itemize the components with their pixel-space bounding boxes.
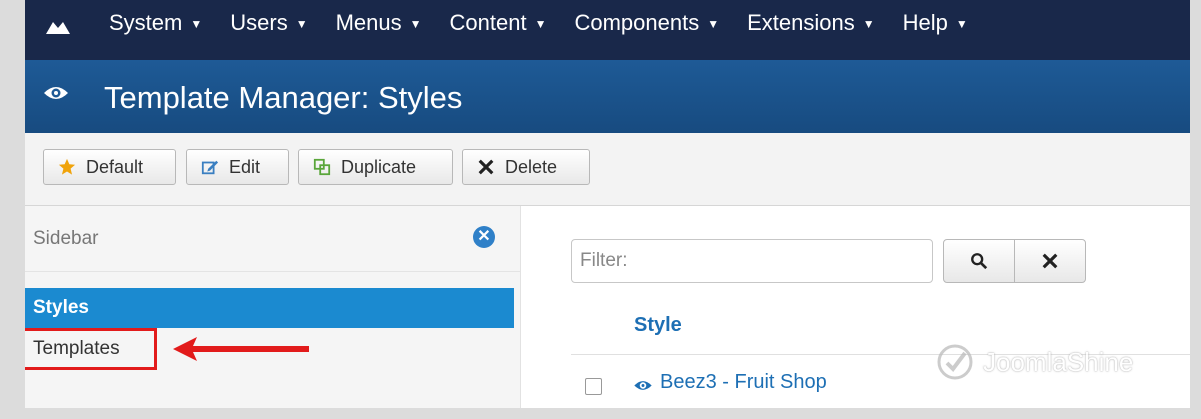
page-title: Template Manager: Styles (104, 80, 463, 115)
watermark: JoomlaShine (935, 342, 1133, 382)
menu-menus[interactable]: Menus ▼ (336, 10, 422, 37)
close-icon (477, 158, 495, 176)
sidebar: Sidebar ✕ Styles Templates (25, 206, 521, 408)
eye-icon (633, 379, 653, 397)
caret-down-icon: ▼ (409, 17, 422, 32)
joomla-logo-icon[interactable] (43, 18, 73, 38)
sidebar-item-styles[interactable]: Styles (25, 288, 514, 328)
search-button[interactable] (943, 239, 1015, 283)
toolbar: Default Edit Duplicate Delete (25, 133, 1190, 206)
menu-components[interactable]: Components ▼ (574, 10, 719, 37)
caret-down-icon: ▼ (295, 17, 308, 32)
caret-down-icon: ▼ (534, 17, 547, 32)
main-menu: System ▼ Users ▼ Menus ▼ Content ▼ Component… (109, 10, 996, 37)
copy-icon (313, 158, 331, 176)
filter-input[interactable]: Filter: (571, 239, 933, 283)
watermark-text: JoomlaShine (983, 346, 1134, 377)
caret-down-icon: ▼ (707, 17, 720, 32)
eye-icon (43, 84, 69, 102)
search-icon (971, 253, 988, 270)
row-checkbox[interactable] (585, 378, 602, 395)
style-link[interactable]: Beez3 - Fruit Shop (660, 371, 827, 394)
menu-system[interactable]: System ▼ (109, 10, 202, 37)
menu-extensions[interactable]: Extensions ▼ (747, 10, 875, 37)
duplicate-button[interactable]: Duplicate (298, 149, 453, 185)
sidebar-header: Sidebar ✕ (25, 206, 520, 272)
top-navbar: System ▼ Users ▼ Menus ▼ Content ▼ Component… (25, 0, 1190, 60)
caret-down-icon: ▼ (955, 17, 968, 32)
menu-content[interactable]: Content ▼ (450, 10, 547, 37)
default-button[interactable]: Default (43, 149, 176, 185)
page-header: Template Manager: Styles (25, 60, 1190, 133)
close-circle-icon[interactable]: ✕ (473, 226, 495, 248)
edit-icon (201, 158, 219, 176)
star-icon (58, 158, 76, 176)
close-icon (1042, 253, 1058, 269)
joomlashine-logo-icon (937, 344, 973, 380)
delete-button[interactable]: Delete (462, 149, 590, 185)
column-header-style[interactable]: Style (634, 314, 682, 337)
caret-down-icon: ▼ (862, 17, 875, 32)
menu-help[interactable]: Help ▼ (903, 10, 968, 37)
clear-button[interactable] (1014, 239, 1086, 283)
highlight-box (25, 328, 157, 370)
red-arrow-icon (173, 337, 309, 361)
menu-users[interactable]: Users ▼ (230, 10, 307, 37)
sidebar-heading: Sidebar (33, 228, 99, 249)
edit-button[interactable]: Edit (186, 149, 289, 185)
caret-down-icon: ▼ (190, 17, 203, 32)
